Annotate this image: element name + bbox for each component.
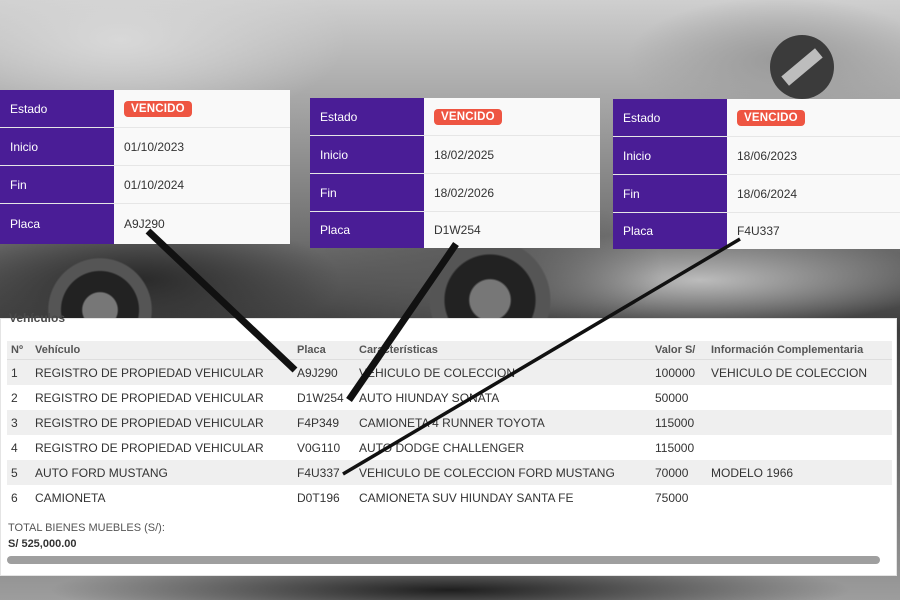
- cell: AUTO HIUNDAY SONATA: [359, 390, 500, 405]
- cell: 4: [11, 440, 18, 455]
- cell: 75000: [655, 490, 689, 505]
- row-label: Placa: [0, 204, 114, 244]
- cell: 2: [11, 390, 18, 405]
- cell: F4U337: [293, 460, 355, 485]
- row-value: F4U337: [727, 213, 900, 249]
- row-label: Placa: [310, 212, 424, 248]
- card-row-estado: Estado VENCIDO: [613, 99, 900, 137]
- cell: CAMIONETA: [35, 490, 106, 505]
- card-row-fin: Fin 01/10/2024: [0, 166, 290, 204]
- cell: VEHICULO DE COLECCION FORD MUSTANG: [355, 460, 651, 485]
- col-header: Vehículo: [31, 341, 293, 360]
- cell: REGISTRO DE PROPIEDAD VEHICULAR: [31, 359, 293, 385]
- cell: [707, 410, 892, 435]
- cell: AUTO FORD MUSTANG: [31, 460, 293, 485]
- row-value: A9J290: [114, 204, 290, 244]
- row-label: Placa: [613, 213, 727, 249]
- cell: VEHICULO DE COLECCION: [707, 359, 892, 385]
- table-row: 3 REGISTRO DE PROPIEDAD VEHICULAR F4P349…: [7, 410, 892, 435]
- col-header: Placa: [293, 341, 355, 360]
- cell: 1: [7, 359, 31, 385]
- detail-card-1: Estado VENCIDO Inicio 01/10/2023 Fin 01/…: [0, 90, 290, 244]
- row-label: Inicio: [310, 136, 424, 173]
- detail-card-2: Estado VENCIDO Inicio 18/02/2025 Fin 18/…: [310, 98, 600, 248]
- row-label: Fin: [613, 175, 727, 212]
- cell: 115000: [655, 440, 695, 455]
- cell: CAMIONETA 4 RUNNER TOYOTA: [355, 410, 651, 435]
- card-row-fin: Fin 18/06/2024: [613, 175, 900, 213]
- row-label: Fin: [0, 166, 114, 203]
- row-value: 18/06/2024: [727, 175, 900, 212]
- cell: V0G110: [297, 440, 341, 455]
- vehicles-panel: Vehículos Nº Vehículo Placa Característi…: [0, 311, 897, 576]
- status-badge: VENCIDO: [124, 100, 192, 117]
- col-header: Información Complementaria: [707, 341, 892, 360]
- cell: 3: [7, 410, 31, 435]
- card-row-placa: Placa A9J290: [0, 204, 290, 244]
- cell: AUTO DODGE CHALLENGER: [359, 440, 525, 455]
- cell: REGISTRO DE PROPIEDAD VEHICULAR: [35, 440, 264, 455]
- card-row-placa: Placa D1W254: [310, 212, 600, 248]
- row-value: 18/02/2025: [424, 136, 600, 173]
- cell: D1W254: [297, 390, 344, 405]
- status-badge: VENCIDO: [737, 109, 805, 126]
- vehicles-table: Nº Vehículo Placa Características Valor …: [7, 341, 892, 510]
- totals-block: TOTAL BIENES MUEBLES (S/): S/ 525,000.00: [8, 522, 165, 550]
- cell: REGISTRO DE PROPIEDAD VEHICULAR: [35, 390, 264, 405]
- row-label: Inicio: [0, 128, 114, 165]
- cell: MODELO 1966: [707, 460, 892, 485]
- cell: REGISTRO DE PROPIEDAD VEHICULAR: [31, 410, 293, 435]
- row-label: Estado: [310, 98, 424, 135]
- card-row-inicio: Inicio 18/06/2023: [613, 137, 900, 175]
- cell: VEHICULO DE COLECCION: [355, 359, 651, 385]
- row-label: Fin: [310, 174, 424, 211]
- cell: CAMIONETA SUV HIUNDAY SANTA FE: [359, 490, 574, 505]
- row-value: 18/02/2026: [424, 174, 600, 211]
- detail-card-3: Estado VENCIDO Inicio 18/06/2023 Fin 18/…: [613, 99, 900, 249]
- total-label: TOTAL BIENES MUEBLES (S/):: [8, 522, 165, 534]
- cell: 6: [11, 490, 18, 505]
- row-label: Estado: [613, 99, 727, 136]
- table-row: 6 CAMIONETA D0T196 CAMIONETA SUV HIUNDAY…: [7, 485, 892, 510]
- card-row-estado: Estado VENCIDO: [0, 90, 290, 128]
- cell: A9J290: [293, 359, 355, 385]
- cell: 115000: [651, 410, 707, 435]
- total-value: S/ 525,000.00: [8, 538, 77, 550]
- cell: F4P349: [293, 410, 355, 435]
- card-row-estado: Estado VENCIDO: [310, 98, 600, 136]
- cell: 5: [7, 460, 31, 485]
- card-row-inicio: Inicio 01/10/2023: [0, 128, 290, 166]
- horizontal-scrollbar[interactable]: [7, 556, 880, 564]
- row-value: 01/10/2024: [114, 166, 290, 203]
- table-row: 2 REGISTRO DE PROPIEDAD VEHICULAR D1W254…: [7, 385, 892, 410]
- col-header: Características: [355, 341, 651, 360]
- cell: [707, 485, 892, 510]
- row-label: Inicio: [613, 137, 727, 174]
- cell: [707, 385, 892, 410]
- row-value: 18/06/2023: [727, 137, 900, 174]
- table-row: 5 AUTO FORD MUSTANG F4U337 VEHICULO DE C…: [7, 460, 892, 485]
- table-header-row: Nº Vehículo Placa Características Valor …: [7, 341, 892, 360]
- table-row: 4 REGISTRO DE PROPIEDAD VEHICULAR V0G110…: [7, 435, 892, 460]
- cell: 70000: [651, 460, 707, 485]
- card-row-inicio: Inicio 18/02/2025: [310, 136, 600, 174]
- card-row-placa: Placa F4U337: [613, 213, 900, 249]
- status-badge: VENCIDO: [434, 108, 502, 125]
- row-value: 01/10/2023: [114, 128, 290, 165]
- cell: 100000: [651, 359, 707, 385]
- no-entry-sign: [770, 35, 834, 99]
- card-row-fin: Fin 18/02/2026: [310, 174, 600, 212]
- row-value: D1W254: [424, 212, 600, 248]
- panel-title: Vehículos: [9, 311, 66, 325]
- cell: D0T196: [297, 490, 340, 505]
- col-header: Nº: [7, 341, 31, 360]
- row-label: Estado: [0, 90, 114, 127]
- table-row: 1 REGISTRO DE PROPIEDAD VEHICULAR A9J290…: [7, 359, 892, 385]
- col-header: Valor S/: [651, 341, 707, 360]
- cell: 50000: [655, 390, 689, 405]
- cell: [707, 435, 892, 460]
